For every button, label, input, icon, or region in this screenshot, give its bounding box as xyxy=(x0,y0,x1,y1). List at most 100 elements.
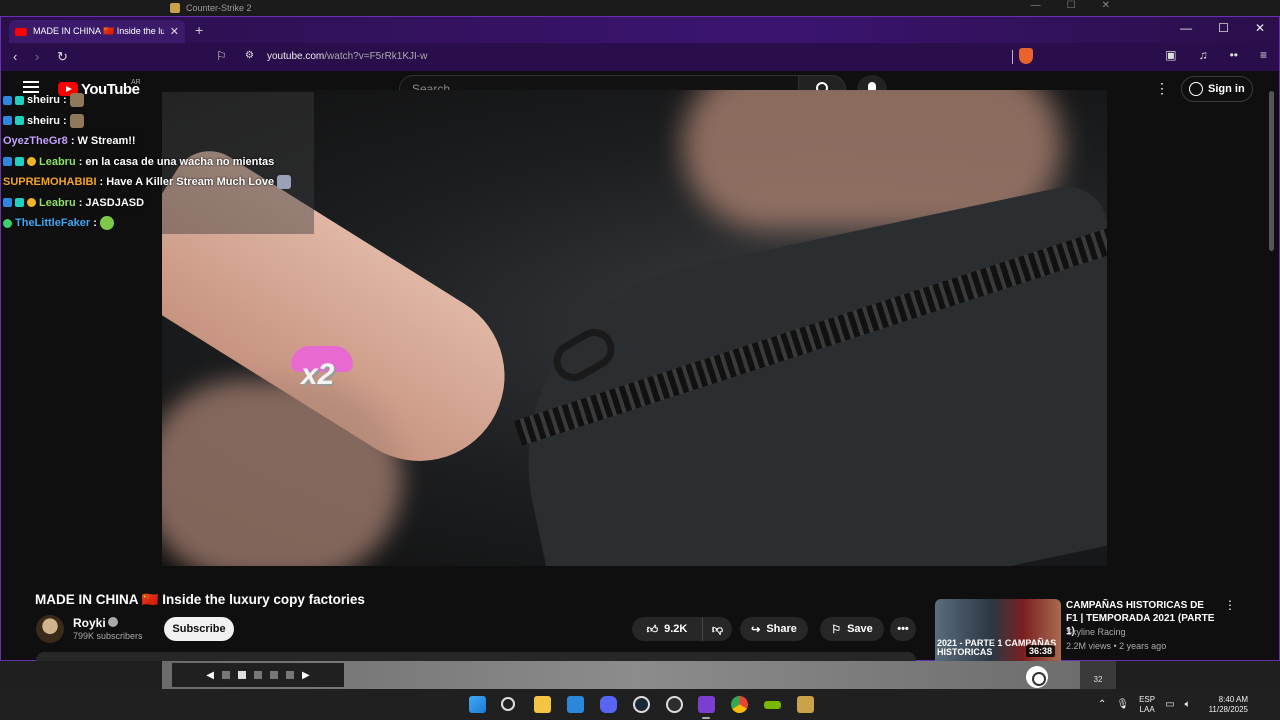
minimize-icon[interactable]: — xyxy=(1180,21,1192,35)
store-icon[interactable] xyxy=(567,696,584,713)
page-dot xyxy=(222,671,230,679)
network-icon[interactable]: ▭ xyxy=(1165,699,1174,710)
close-window-icon[interactable]: ✕ xyxy=(1255,21,1265,35)
counter-strike-icon[interactable] xyxy=(797,696,814,713)
chat-message: Leabru: JASDJASD xyxy=(0,193,314,214)
thumbs-up-icon: 👍︎ xyxy=(646,623,659,636)
chat-badge-icon xyxy=(3,157,12,167)
recommendation-channel[interactable]: Skyline Racing xyxy=(1066,627,1126,637)
clock-date: 11/28/2025 xyxy=(1208,704,1249,714)
chat-username[interactable]: Leabru xyxy=(39,197,76,209)
more-options-icon[interactable]: ⋮ xyxy=(1155,81,1169,95)
nvidia-icon[interactable] xyxy=(764,701,781,709)
chat-username[interactable]: Leabru xyxy=(39,156,76,168)
windows-taskbar: ⌃ 🎙︎ ESP LAA ▭ 🔈︎ 8:40 AM 11/28/2025 xyxy=(0,689,1280,720)
account-icon xyxy=(1189,82,1203,96)
chrome-icon[interactable] xyxy=(731,696,748,713)
language-code: ESP xyxy=(1139,694,1156,704)
chat-text: W Stream!! xyxy=(77,135,136,148)
chat-username[interactable]: sheiru xyxy=(27,115,60,127)
chat-message: TheLittleFaker: xyxy=(0,213,314,234)
save-button[interactable]: ⚐ Save xyxy=(820,617,884,641)
chat-message: sheiru: xyxy=(0,111,314,132)
file-explorer-icon[interactable] xyxy=(534,696,551,713)
address-bar: ‹ › ↻ ⚐ ⚙ youtube.com/watch?v=F5rRk1KJI-… xyxy=(1,43,1279,71)
chat-username[interactable]: OyezTheGr8 xyxy=(3,135,68,147)
address-separator xyxy=(1012,50,1013,64)
site-info-icon[interactable]: ⚙ xyxy=(245,50,254,61)
dislike-button[interactable]: 👎︎ xyxy=(702,617,732,641)
recommendation-more-icon[interactable]: ⋮ xyxy=(1224,599,1236,611)
share-label: Share xyxy=(766,623,797,635)
chat-separator: : xyxy=(78,196,83,209)
chat-emote-icon xyxy=(277,175,292,190)
chat-badge-icon xyxy=(15,116,24,126)
like-button[interactable]: 👍︎ 9.2K xyxy=(632,617,702,641)
brave-browser-icon[interactable] xyxy=(698,696,715,713)
chat-message: OyezTheGr8: W Stream!! xyxy=(0,131,314,152)
recommendation-meta: 2.2M views • 2 years ago xyxy=(1066,641,1167,651)
page-dot xyxy=(286,671,294,679)
taskbar-search-icon[interactable] xyxy=(501,697,515,711)
start-icon[interactable] xyxy=(469,696,486,713)
sign-in-label: Sign in xyxy=(1208,83,1245,95)
more-actions-button[interactable]: ••• xyxy=(890,617,916,641)
media-icon[interactable]: ▣ xyxy=(1165,48,1176,62)
new-tab-button[interactable]: + xyxy=(195,22,203,38)
next-icon[interactable]: ▶ xyxy=(302,670,310,681)
more-horiz-icon: ••• xyxy=(897,623,909,635)
background-media-controls[interactable]: ◀ ▶ xyxy=(172,663,344,687)
music-icon[interactable]: ♫ xyxy=(1199,48,1208,62)
browser-menu-icon[interactable]: ≡ xyxy=(1260,48,1267,62)
chat-username[interactable]: SUPREMOHABIBI xyxy=(3,176,97,188)
share-button[interactable]: ↪ Share xyxy=(740,617,808,641)
forward-icon[interactable]: › xyxy=(35,49,39,64)
brave-shields-icon[interactable] xyxy=(1019,48,1033,64)
chat-badge-icon xyxy=(15,198,24,208)
chat-emote-icon xyxy=(99,216,114,231)
back-icon[interactable]: ‹ xyxy=(13,49,17,64)
chat-username[interactable]: TheLittleFaker xyxy=(15,217,90,229)
settings-circle-icon[interactable] xyxy=(1026,666,1048,688)
chat-message: SUPREMOHABIBI: Have A Killer Stream Much … xyxy=(0,172,314,193)
obs-icon[interactable] xyxy=(666,696,683,713)
extensions-icon[interactable]: •• xyxy=(1230,48,1238,62)
chat-separator: : xyxy=(78,155,83,168)
window-controls: — ☐ ✕ xyxy=(1180,21,1265,35)
history-icon[interactable]: 32 xyxy=(1080,661,1116,689)
region-code: AR xyxy=(131,79,141,86)
tab-strip: MADE IN CHINA 🇨🇳 Inside the lu ✕ + — ☐ ✕ xyxy=(1,17,1279,43)
scrollbar-thumb[interactable] xyxy=(1269,91,1274,251)
clock[interactable]: 8:40 AM 11/28/2025 xyxy=(1209,695,1248,715)
url-field[interactable]: youtube.com/watch?v=F5rRk1KJI-w xyxy=(267,51,427,62)
page-scrollbar[interactable] xyxy=(1267,77,1275,660)
tray-overflow-icon[interactable]: ⌃ xyxy=(1098,699,1106,710)
channel-avatar[interactable] xyxy=(36,615,64,643)
video-frame-hand-lower xyxy=(162,380,402,566)
subscribe-button[interactable]: Subscribe xyxy=(164,617,234,641)
recommendation-duration: 36:38 xyxy=(1026,645,1056,657)
page-dot-active xyxy=(238,671,246,679)
channel-name[interactable]: Royki xyxy=(73,616,106,630)
chat-separator: : xyxy=(63,114,67,127)
url-domain: youtube.com xyxy=(267,51,325,62)
chat-text: JASDJASD xyxy=(85,196,145,209)
tray-mic-icon[interactable]: 🎙︎ xyxy=(1116,699,1129,710)
reload-icon[interactable]: ↻ xyxy=(57,49,68,65)
tab-youtube[interactable]: MADE IN CHINA 🇨🇳 Inside the lu ✕ xyxy=(9,20,185,43)
input-language[interactable]: ESP LAA xyxy=(1139,695,1155,715)
bookmark-icon[interactable]: ⚐ xyxy=(216,49,227,63)
sign-in-button[interactable]: Sign in xyxy=(1181,76,1253,102)
prev-icon[interactable]: ◀ xyxy=(206,670,214,681)
emote-multiplier: x2 xyxy=(301,358,335,391)
tab-close-icon[interactable]: ✕ xyxy=(170,25,179,38)
steam-icon[interactable] xyxy=(633,696,650,713)
active-app-indicator xyxy=(702,717,710,719)
maximize-icon[interactable]: ☐ xyxy=(1218,21,1229,35)
chat-text: Have A Killer Stream Much Love xyxy=(106,176,275,189)
chat-separator: : xyxy=(93,217,97,230)
volume-icon[interactable]: 🔈︎ xyxy=(1185,699,1191,710)
discord-icon[interactable] xyxy=(600,696,617,713)
chat-username[interactable]: sheiru xyxy=(27,94,60,106)
chat-separator: : xyxy=(63,94,67,107)
